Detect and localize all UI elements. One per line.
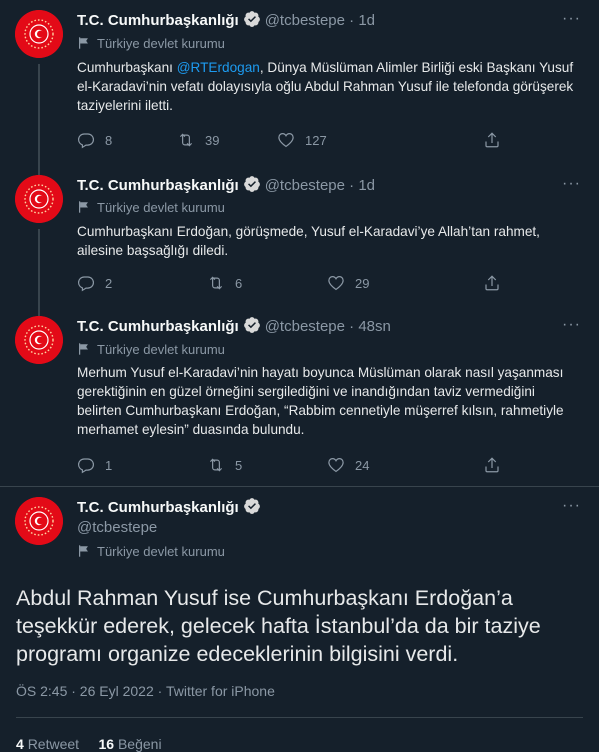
share-icon bbox=[483, 274, 501, 292]
account-handle[interactable]: @tcbestepe bbox=[265, 318, 345, 335]
account-label: Türkiye devlet kurumu bbox=[77, 341, 225, 359]
mention-link[interactable]: @RTErdogan bbox=[177, 60, 260, 75]
tweet-time[interactable]: · 1d bbox=[349, 12, 375, 29]
government-flag-icon bbox=[77, 544, 91, 558]
presidential-seal-icon bbox=[15, 497, 63, 545]
verified-badge-icon bbox=[243, 175, 261, 193]
government-flag-icon bbox=[77, 342, 91, 356]
account-handle[interactable]: @tcbestepe bbox=[265, 12, 345, 29]
presidential-seal-icon bbox=[15, 10, 63, 58]
share-icon bbox=[483, 456, 501, 474]
share-button[interactable] bbox=[483, 456, 501, 474]
heart-icon bbox=[277, 131, 295, 149]
like-count: 29 bbox=[355, 275, 370, 291]
verified-badge-icon bbox=[243, 316, 261, 334]
tweet-actions: 1 5 24 bbox=[77, 456, 507, 476]
account-name[interactable]: T.C. Cumhurbaşkanlığı bbox=[77, 318, 239, 335]
reply-count: 2 bbox=[105, 275, 113, 291]
avatar[interactable] bbox=[15, 316, 63, 364]
divider bbox=[16, 717, 583, 718]
account-label: Türkiye devlet kurumu bbox=[77, 543, 225, 561]
tweet-text-part: Cumhurbaşkanı bbox=[77, 60, 177, 75]
retweet-button[interactable]: 39 bbox=[177, 131, 219, 149]
thread-connector-line bbox=[38, 64, 40, 173]
like-count: 127 bbox=[305, 132, 327, 148]
presidential-seal-icon bbox=[15, 316, 63, 364]
tweet-text: Merhum Yusuf el-Karadavi’nin hayatı boyu… bbox=[77, 365, 564, 437]
thread-tweet-3[interactable]: T.C. Cumhurbaşkanlığı @tcbestepe · 48sn ·… bbox=[0, 313, 599, 486]
tweet-time[interactable]: · 1d bbox=[349, 177, 375, 194]
tweet-header: T.C. Cumhurbaşkanlığı bbox=[77, 497, 265, 518]
like-count: 24 bbox=[355, 457, 370, 473]
tweet-header: T.C. Cumhurbaşkanlığı @tcbestepe · 1d bbox=[77, 10, 375, 31]
like-button[interactable]: 127 bbox=[277, 131, 327, 149]
thread-tweet-1[interactable]: T.C. Cumhurbaşkanlığı @tcbestepe · 1d ···… bbox=[0, 0, 599, 173]
thread-connector-line bbox=[38, 229, 40, 313]
thread-tweet-2[interactable]: T.C. Cumhurbaşkanlığı @tcbestepe · 1d ···… bbox=[0, 173, 599, 313]
more-options-icon[interactable]: ··· bbox=[562, 10, 581, 28]
account-label-text: Türkiye devlet kurumu bbox=[97, 342, 225, 357]
avatar[interactable] bbox=[15, 175, 63, 223]
account-label-text: Türkiye devlet kurumu bbox=[97, 544, 225, 559]
tweet-text: Cumhurbaşkanı @RTErdogan, Dünya Müslüman… bbox=[77, 58, 582, 115]
reply-button[interactable]: 2 bbox=[77, 274, 112, 292]
retweet-button[interactable]: 5 bbox=[207, 456, 242, 474]
reply-icon bbox=[77, 456, 95, 474]
reply-count: 1 bbox=[105, 457, 113, 473]
verified-badge-icon bbox=[243, 10, 261, 28]
more-options-icon[interactable]: ··· bbox=[562, 175, 581, 193]
share-icon bbox=[483, 131, 501, 149]
tweet-actions: 8 39 127 bbox=[77, 131, 507, 151]
account-handle[interactable]: @tcbestepe bbox=[77, 519, 157, 536]
reply-button[interactable]: 1 bbox=[77, 456, 112, 474]
tweet-time[interactable]: · 48sn bbox=[349, 318, 391, 335]
share-button[interactable] bbox=[483, 274, 501, 292]
retweet-icon bbox=[207, 274, 225, 292]
like-button[interactable]: 29 bbox=[327, 274, 369, 292]
more-options-icon[interactable]: ··· bbox=[562, 497, 581, 515]
verified-badge-icon bbox=[243, 497, 261, 515]
tweet-actions: 2 6 29 bbox=[77, 274, 507, 294]
retweet-count: 5 bbox=[235, 457, 243, 473]
reply-button[interactable]: 8 bbox=[77, 131, 112, 149]
heart-icon bbox=[327, 456, 345, 474]
account-handle[interactable]: @tcbestepe bbox=[265, 177, 345, 194]
account-name[interactable]: T.C. Cumhurbaşkanlığı bbox=[77, 499, 239, 516]
account-label: Türkiye devlet kurumu bbox=[77, 35, 225, 53]
account-label: Türkiye devlet kurumu bbox=[77, 199, 225, 217]
main-tweet: T.C. Cumhurbaşkanlığı ··· @tcbestepe Tür… bbox=[0, 487, 599, 752]
reply-icon bbox=[77, 274, 95, 292]
retweet-icon bbox=[177, 131, 195, 149]
account-label-text: Türkiye devlet kurumu bbox=[97, 200, 225, 215]
tweet-header: T.C. Cumhurbaşkanlığı @tcbestepe · 48sn bbox=[77, 316, 391, 337]
presidential-seal-icon bbox=[15, 175, 63, 223]
retweet-count: 39 bbox=[205, 132, 220, 148]
like-button[interactable]: 24 bbox=[327, 456, 369, 474]
retweet-button[interactable]: 6 bbox=[207, 274, 242, 292]
account-name[interactable]: T.C. Cumhurbaşkanlığı bbox=[77, 12, 239, 29]
reply-count: 8 bbox=[105, 132, 113, 148]
main-tweet-text: Abdul Rahman Yusuf ise Cumhurbaşkanı Erd… bbox=[16, 586, 541, 666]
government-flag-icon bbox=[77, 36, 91, 50]
retweet-icon bbox=[207, 456, 225, 474]
reply-icon bbox=[77, 131, 95, 149]
tweet-meta[interactable]: ÖS 2:45 · 26 Eyl 2022 · Twitter for iPho… bbox=[16, 683, 275, 699]
government-flag-icon bbox=[77, 200, 91, 214]
tweet-text: Cumhurbaşkanı Erdoğan, görüşmede, Yusuf … bbox=[77, 224, 540, 258]
retweet-count: 6 bbox=[235, 275, 243, 291]
heart-icon bbox=[327, 274, 345, 292]
avatar[interactable] bbox=[15, 497, 63, 545]
more-options-icon[interactable]: ··· bbox=[562, 316, 581, 334]
account-label-text: Türkiye devlet kurumu bbox=[97, 36, 225, 51]
tweet-header: T.C. Cumhurbaşkanlığı @tcbestepe · 1d bbox=[77, 175, 375, 196]
avatar[interactable] bbox=[15, 10, 63, 58]
account-name[interactable]: T.C. Cumhurbaşkanlığı bbox=[77, 177, 239, 194]
share-button[interactable] bbox=[483, 131, 501, 149]
